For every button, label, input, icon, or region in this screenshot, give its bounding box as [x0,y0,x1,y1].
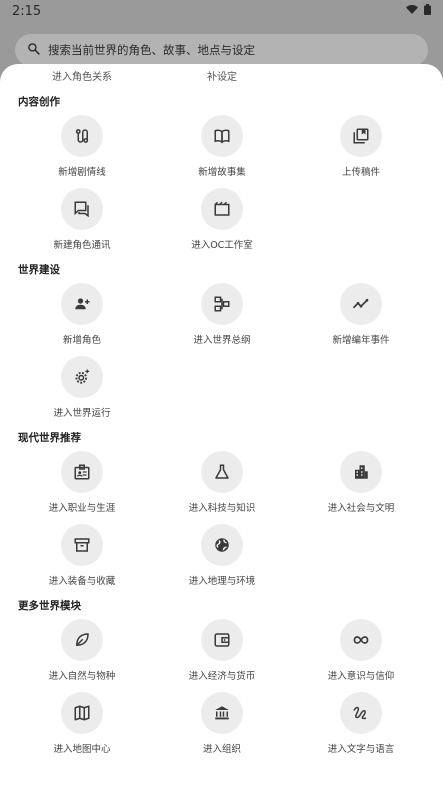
person-add-icon [61,283,103,325]
book-icon [201,115,243,157]
badge-icon [61,451,103,493]
infinity-icon [340,619,382,661]
chat-icon [61,188,103,230]
partial-item-label[interactable]: 进入角色关系 [52,68,112,83]
menu-item-label: 上传稿件 [341,167,380,178]
menu-item-label: 进入世界总纲 [193,335,251,346]
clapperboard-icon [201,188,243,230]
settings-gear-icon [61,356,103,398]
menu-item[interactable]: 进入自然与物种 [22,619,142,682]
menu-item-label: 进入社会与文明 [327,503,395,514]
menu-item[interactable]: 进入意识与信仰 [301,619,421,682]
library-icon [340,115,382,157]
menu-item[interactable]: 进入社会与文明 [301,451,421,514]
menu-item-label: 新增编年事件 [332,335,390,346]
menu-item[interactable]: 上传稿件 [301,115,421,178]
timeline-icon [340,283,382,325]
top-partial-row: 进入角色关系 补设定 [0,68,443,84]
menu-item-label: 进入经济与货币 [188,671,256,682]
menu-item-label: 进入科技与知识 [188,503,256,514]
wifi-icon [406,4,418,19]
menu-item-label: 进入世界运行 [53,408,111,419]
section-title: 内容创作 [18,96,60,108]
menu-item-label: 新增剧情线 [58,167,106,178]
menu-item-label: 进入意识与信仰 [327,671,395,682]
menu-item-label: 进入组织 [202,744,241,755]
institution-icon [201,692,243,734]
menu-item[interactable]: 新建角色通讯 [22,188,142,251]
menu-item[interactable]: 进入OC工作室 [162,188,282,251]
menu-item[interactable]: 进入地理与环境 [162,524,282,587]
gesture-icon [340,692,382,734]
city-icon [340,451,382,493]
bottom-sheet: 进入角色关系 补设定 内容创作新增剧情线 新增故事集 上传稿件新建角色通讯 进入OC工… [0,64,443,789]
menu-item-label: 新增故事集 [198,167,246,178]
leaf-icon [61,619,103,661]
battery-icon [424,3,431,19]
menu-item-label: 进入装备与收藏 [48,576,116,587]
section-title: 世界建设 [18,264,60,276]
menu-item-label: 进入OC工作室 [191,240,253,251]
section-title: 更多世界模块 [18,600,81,612]
route-icon [61,115,103,157]
menu-item-label: 进入职业与生涯 [48,503,116,514]
menu-item[interactable]: 进入文字与语言 [301,692,421,755]
map-icon [61,692,103,734]
menu-item[interactable]: 进入世界运行 [22,356,142,419]
wallet-icon [201,619,243,661]
menu-item-label: 进入文字与语言 [327,744,395,755]
menu-item[interactable]: 进入地图中心 [22,692,142,755]
menu-item[interactable]: 新增故事集 [162,115,282,178]
menu-item-label: 进入地图中心 [53,744,111,755]
menu-item[interactable]: 新增剧情线 [22,115,142,178]
search-icon [27,42,40,58]
menu-item[interactable]: 进入装备与收藏 [22,524,142,587]
hierarchy-icon [201,283,243,325]
search-placeholder: 搜索当前世界的角色、故事、地点与设定 [48,43,255,57]
search-bar[interactable]: 搜索当前世界的角色、故事、地点与设定 [15,34,428,66]
globe-icon [201,524,243,566]
menu-item[interactable]: 进入职业与生涯 [22,451,142,514]
menu-item-label: 进入自然与物种 [48,671,116,682]
menu-item[interactable]: 进入科技与知识 [162,451,282,514]
menu-item-label: 进入地理与环境 [188,576,256,587]
menu-item[interactable]: 进入经济与货币 [162,619,282,682]
status-time: 2:15 [12,3,42,19]
archive-icon [61,524,103,566]
partial-item-label[interactable]: 补设定 [207,68,237,83]
menu-item-label: 新增角色 [62,335,101,346]
menu-item-label: 新建角色通讯 [53,240,111,251]
menu-item[interactable]: 新增角色 [22,283,142,346]
section-title: 现代世界推荐 [18,432,81,444]
menu-item[interactable]: 进入世界总纲 [162,283,282,346]
menu-item[interactable]: 新增编年事件 [301,283,421,346]
menu-item[interactable]: 进入组织 [162,692,282,755]
status-bar: 2:15 [0,0,443,22]
flask-icon [201,451,243,493]
